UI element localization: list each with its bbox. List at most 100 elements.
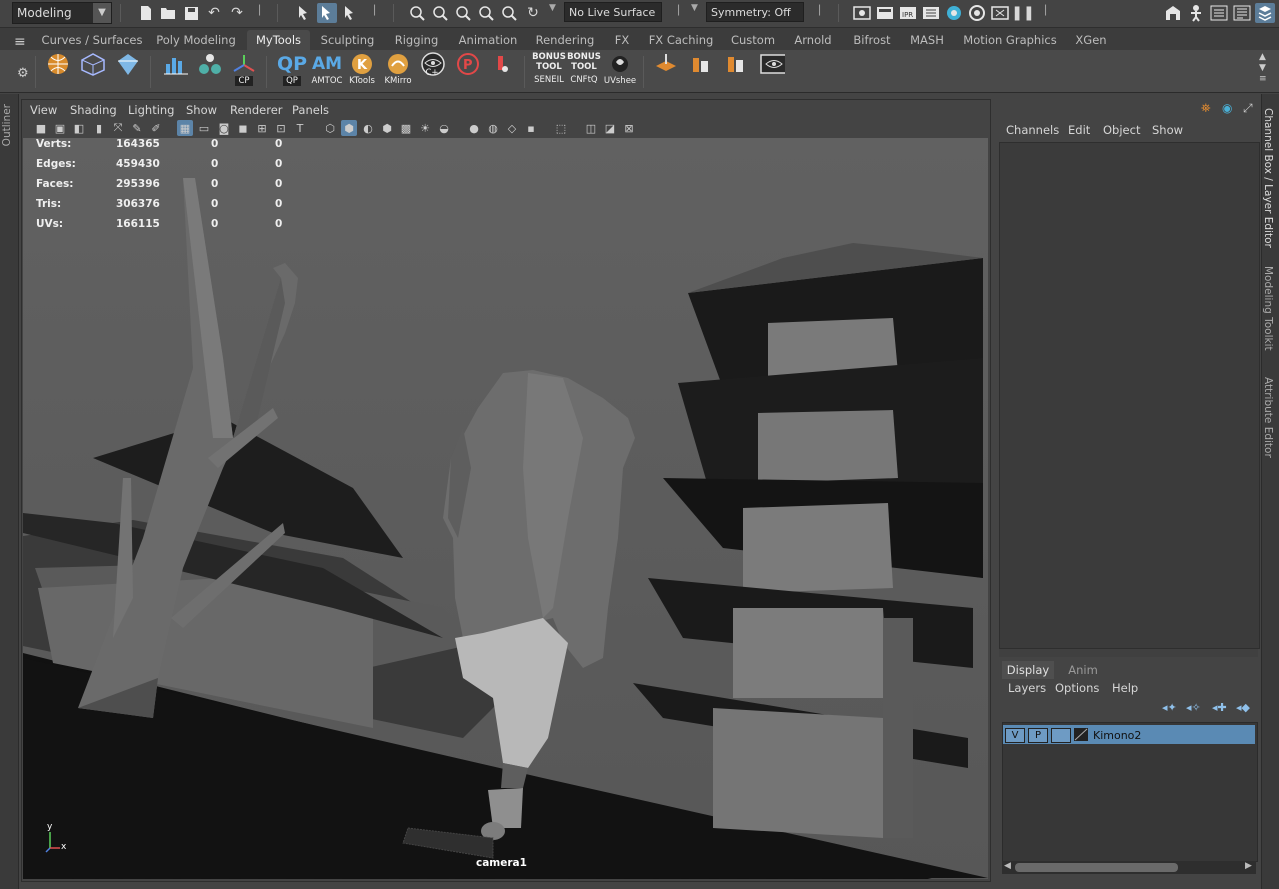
shelf-button-connect[interactable]	[194, 52, 226, 90]
xray-icon[interactable]: ◫	[583, 120, 599, 136]
move-layer-down-icon[interactable]: ◂✧	[1186, 701, 1201, 714]
smooth-shade-icon[interactable]: ⬢	[341, 120, 357, 136]
channel-box-area[interactable]	[999, 142, 1260, 649]
render-settings-icon[interactable]	[921, 3, 941, 23]
tab-attribute-editor[interactable]: Attribute Editor	[1262, 377, 1278, 463]
undo-icon[interactable]: ↶	[204, 3, 224, 23]
hypershade-small-icon[interactable]: ◉	[1222, 101, 1232, 115]
modeling-toolkit-icon[interactable]	[1163, 3, 1183, 23]
tab-channel-box-layer-editor[interactable]: Channel Box / Layer Editor	[1262, 108, 1278, 250]
tab-mash[interactable]: MASH	[905, 30, 949, 50]
redo-icon[interactable]: ↷	[227, 3, 247, 23]
snap-to-curve-icon[interactable]	[431, 3, 451, 23]
arnold-render-icon[interactable]	[967, 3, 987, 23]
select-by-component-icon[interactable]	[340, 3, 360, 23]
camera-attributes-icon[interactable]: ▣	[52, 120, 68, 136]
snap-to-view-plane-icon[interactable]	[477, 3, 497, 23]
scrollbar-thumb[interactable]	[1015, 863, 1178, 872]
safe-action-icon[interactable]: ⊡	[273, 120, 289, 136]
layer-name[interactable]: Kimono2	[1093, 729, 1141, 742]
panel-menu-panels[interactable]: Panels	[292, 103, 329, 117]
symmetry-field[interactable]: Symmetry: Off	[706, 2, 804, 22]
shadows-icon[interactable]: ◒	[436, 120, 452, 136]
tab-mytools[interactable]: MyTools	[247, 30, 310, 50]
make-live-icon[interactable]	[500, 3, 520, 23]
layer-display-type-toggle[interactable]	[1051, 728, 1071, 743]
shelf-button-uvsheet[interactable]: UVshee	[602, 52, 638, 90]
collapse-arrow-icon[interactable]: ❘	[815, 3, 824, 16]
shelf-button-wire-cube[interactable]	[76, 52, 108, 90]
menu-set-dropdown[interactable]: Modeling ▼	[12, 2, 112, 24]
grid-icon[interactable]: ▦	[177, 120, 193, 136]
chevron-down-icon[interactable]: ▼	[691, 3, 698, 13]
render-view-icon[interactable]	[852, 3, 872, 23]
tab-rendering[interactable]: Rendering	[531, 30, 599, 50]
tab-fx[interactable]: FX	[609, 30, 635, 50]
new-layer-selected-icon[interactable]: ◂◆	[1236, 701, 1250, 714]
new-scene-icon[interactable]	[136, 3, 156, 23]
collapse-arrow-icon[interactable]: ❘	[255, 3, 264, 16]
outliner-tab[interactable]: Outliner	[1, 104, 17, 164]
shelf-scroll-arrows-icon[interactable]: ▲ ▼ ≡	[1259, 52, 1267, 85]
resolution-gate-icon[interactable]: ◙	[216, 120, 232, 136]
shelf-button-globe[interactable]	[42, 52, 74, 90]
snap-rotate-icon[interactable]: ↻	[523, 3, 543, 23]
save-scene-icon[interactable]	[181, 3, 201, 23]
scroll-right-icon[interactable]: ▶	[1245, 861, 1252, 871]
tab-modeling-toolkit[interactable]: Modeling Toolkit	[1262, 266, 1278, 358]
panel-options-icon[interactable]: ⤢	[1243, 101, 1253, 116]
arnold-ipr-icon[interactable]	[990, 3, 1010, 23]
shelf-button-hand-bars[interactable]	[685, 52, 717, 90]
shelf-button-bonus-seneil[interactable]: BONUS TOOL SENEIL	[531, 52, 567, 90]
shelf-button-pin[interactable]	[486, 52, 518, 90]
panel-menu-show[interactable]: Show	[186, 103, 217, 117]
gate-mask-icon[interactable]: ◼	[235, 120, 251, 136]
panel-menu-view[interactable]: View	[30, 103, 57, 117]
scroll-left-icon[interactable]: ◀	[1004, 861, 1011, 871]
shelf-button-ktools[interactable]: K KTools	[346, 52, 378, 90]
select-by-object-icon[interactable]	[317, 3, 337, 23]
lights-icon[interactable]: ☀	[417, 120, 433, 136]
layer-visibility-toggle[interactable]: V	[1005, 728, 1025, 743]
attribute-editor-icon[interactable]	[1209, 3, 1229, 23]
shelf-button-view-eye[interactable]	[755, 52, 789, 90]
shelf-button-bonus-cnftq[interactable]: BONUS TOOL CNFtQ	[566, 52, 602, 90]
2d-pan-zoom-icon[interactable]: ⤧	[110, 120, 126, 136]
tool-settings-icon[interactable]	[1232, 3, 1252, 23]
panel-menu-renderer[interactable]: Renderer	[230, 103, 283, 117]
tab-custom[interactable]: Custom	[726, 30, 780, 50]
ipr-render-icon[interactable]: IPR	[898, 3, 918, 23]
3d-viewport[interactable]: Verts: 164365 0 0 Edges: 459430 0 0 Face…	[23, 138, 988, 879]
shelf-button-bar-graph[interactable]	[160, 52, 192, 90]
hypershade-icon[interactable]	[944, 3, 964, 23]
shelf-button-c-plus[interactable]: C+	[416, 52, 448, 90]
shelf-settings-gear-icon[interactable]: ⚙	[17, 66, 29, 81]
tab-poly-modeling[interactable]: Poly Modeling	[152, 30, 240, 50]
field-chart-icon[interactable]: ⊞	[254, 120, 270, 136]
ambient-occlusion-icon[interactable]: ●	[466, 120, 482, 136]
select-by-hierarchy-icon[interactable]	[294, 3, 314, 23]
wireframe-shading-icon[interactable]: ⬡	[322, 120, 338, 136]
show-menu[interactable]: Show	[1152, 123, 1183, 137]
panel-menu-shading[interactable]: Shading	[70, 103, 117, 117]
shelf-button-p[interactable]: P	[452, 52, 484, 90]
collapse-arrow-icon[interactable]: ❘	[1041, 3, 1050, 16]
xray-components-icon[interactable]: ⊠	[621, 120, 637, 136]
collapse-arrow-icon[interactable]: ❘	[370, 3, 379, 16]
safe-title-icon[interactable]: T	[292, 120, 308, 136]
chevron-down-icon[interactable]: ▼	[549, 3, 556, 13]
isolate-select-icon[interactable]: ⬚	[553, 120, 569, 136]
wireframe-pencil-icon[interactable]: ✐	[148, 120, 164, 136]
anti-aliasing-icon[interactable]: ◇	[504, 120, 520, 136]
tab-sculpting[interactable]: Sculpting	[315, 30, 380, 50]
default-material-icon[interactable]: ◐	[360, 120, 376, 136]
tab-bifrost[interactable]: Bifrost	[847, 30, 897, 50]
bookmark-icon[interactable]: ◧	[71, 120, 87, 136]
shelf-button-kmirror[interactable]: KMirro	[382, 52, 414, 90]
channels-menu[interactable]: Channels	[1006, 123, 1059, 137]
xray-joints-icon[interactable]: ◪	[602, 120, 618, 136]
shelf-button-cp[interactable]: CP	[228, 52, 260, 90]
tab-arnold[interactable]: Arnold	[789, 30, 837, 50]
textured-icon[interactable]: ▩	[398, 120, 414, 136]
shelf-button-amtoc[interactable]: AM AMTOC	[311, 52, 343, 90]
